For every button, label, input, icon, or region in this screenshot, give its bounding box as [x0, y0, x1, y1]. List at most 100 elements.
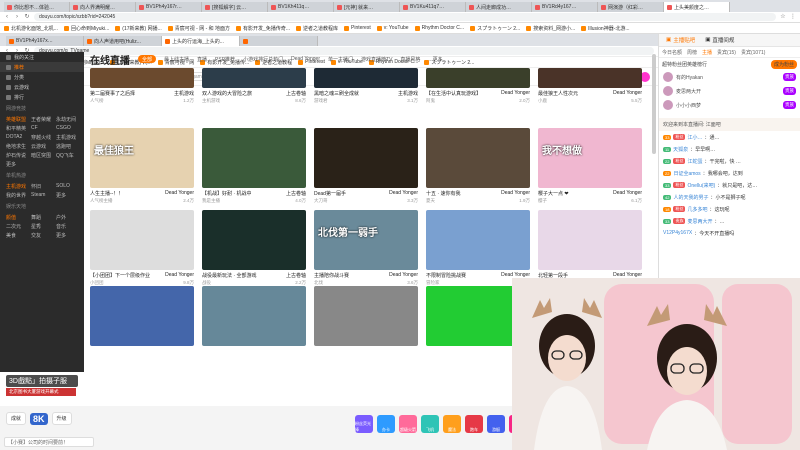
sidebar-category-link[interactable]: 交友	[31, 232, 53, 239]
sidebar-category-link[interactable]: 星秀	[31, 223, 53, 230]
stream-card[interactable]: 不限制冒险挑战赛Dead Yonger冒险家1.4万	[426, 210, 530, 286]
gift-item[interactable]: 超级火箭	[399, 415, 417, 433]
chat-tab[interactable]: ▣ 直播间规	[701, 34, 738, 46]
category-filter[interactable]: 最上线主播	[164, 56, 189, 63]
stream-thumbnail[interactable]	[90, 68, 194, 88]
level-badge[interactable]: 8K	[30, 412, 48, 425]
chat-username[interactable]: 江蛇蛋	[687, 158, 702, 165]
sidebar-category-link[interactable]: 云游戏	[31, 143, 53, 150]
chat-subtab[interactable]: 贵宾(15)	[717, 49, 736, 56]
sidebar-category-link[interactable]: 逃跑吧	[56, 143, 78, 150]
stream-thumbnail[interactable]	[426, 128, 530, 188]
sidebar-category-link[interactable]: 我的世界	[6, 192, 28, 199]
sidebar-item[interactable]: 推荐	[0, 62, 84, 72]
sidebar-category-link[interactable]: 更多	[56, 232, 78, 239]
fan-rank-row[interactable]: 小小小西梦 贵族	[659, 98, 800, 112]
sidebar-category-link[interactable]: 永劫无间	[56, 116, 78, 123]
stream-card[interactable]: 最佳狼王 人生主播--！！ Dead Yonger 人气榜主播 2.4万	[90, 128, 194, 204]
sidebar-category-link[interactable]: CSGO	[56, 125, 78, 132]
stream-card[interactable]: 【小团团】下一个层级作业 Dead Yonger 小团团 9.8万	[90, 210, 194, 286]
chat-username[interactable]: 几多多吧	[687, 206, 707, 213]
chat-subtab[interactable]: 周榜	[687, 49, 697, 56]
scrollbar[interactable]	[652, 54, 656, 154]
stream-card[interactable]	[202, 286, 306, 346]
outer-bookmark[interactable]: Rhythm Doctor C...	[414, 25, 464, 31]
star-icon[interactable]: ☆	[780, 14, 786, 20]
category-filter[interactable]: ...更多	[428, 56, 442, 63]
sidebar-category-link[interactable]: 舞蹈	[31, 214, 53, 221]
sidebar-category-link[interactable]: 更多	[56, 192, 78, 199]
forward-icon[interactable]: ›	[14, 14, 20, 20]
inner-tab[interactable]: 上头的行运海_上头的...	[162, 36, 240, 46]
menu-icon[interactable]: ⋮	[790, 14, 796, 20]
category-filter[interactable]: 游戏直播榜TV	[361, 56, 392, 63]
stream-card[interactable]: 战役最新玩法 · 全部游戏 上古卷轴 战役 2.2万	[202, 210, 306, 286]
category-filter[interactable]: 直播	[197, 56, 207, 63]
sidebar-category-link[interactable]: 穿越火线	[31, 134, 53, 141]
fan-rank-row[interactable]: 麦思两大开 贵族	[659, 84, 800, 98]
sidebar-category-link[interactable]: 怀旧	[31, 183, 53, 190]
sidebar-category-link[interactable]: 暗区突围	[31, 152, 53, 159]
gift-item[interactable]: 飞机	[421, 415, 439, 433]
outer-bookmark[interactable]: 有影开发_免播传奇...	[236, 25, 290, 32]
outer-tab[interactable]: [搜狐解字] 云…	[202, 2, 268, 12]
gift-item[interactable]: 粉丝荧光棒	[355, 415, 373, 433]
stream-card[interactable]: 北轻第一段手Dead Yonger北轻2.7万	[538, 210, 642, 286]
back-icon[interactable]: ‹	[4, 14, 10, 20]
outer-tab[interactable]: [元神] 就来…	[334, 2, 400, 12]
stream-thumbnail[interactable]	[426, 68, 530, 88]
outer-tab[interactable]: 上头美颜度之…	[664, 2, 730, 12]
stream-thumbnail[interactable]	[426, 210, 530, 270]
sidebar-category-link[interactable]: 更多	[6, 161, 28, 168]
inner-tab[interactable]	[240, 36, 318, 46]
sidebar-category-link[interactable]: 英雄联盟	[6, 116, 28, 123]
stream-card[interactable]: 北伐第一弱手 主播陪你战斗赛 Dead Yonger 北伐 3.6万	[314, 210, 418, 286]
stream-card[interactable]: 黑暗之魂三刷全成就 主机游戏 游戏君 3.1万	[314, 68, 418, 104]
stream-card[interactable]: 第二届赛事了之后择 主机游戏 人气榜 1.2万	[90, 68, 194, 104]
category-filter[interactable]: 单一主播门	[328, 56, 353, 63]
sidebar-category-link[interactable]: 二次元	[6, 223, 28, 230]
sidebar-item[interactable]: 云游戏	[0, 82, 84, 92]
sidebar-item[interactable]: 分类	[0, 72, 84, 82]
outer-bookmark[interactable]: 逆者之道教程库	[295, 25, 338, 32]
stream-card[interactable]	[90, 286, 194, 346]
outer-tab[interactable]: BV1Ku411q7…	[400, 2, 466, 12]
stream-thumbnail[interactable]	[202, 210, 306, 270]
gift-item[interactable]: 魔法	[443, 415, 461, 433]
sidebar-category-link[interactable]: 主机游戏	[56, 134, 78, 141]
sidebar-category-link[interactable]: 户外	[56, 214, 78, 221]
fan-rank-row[interactable]: 有的Hyakan 贵族	[659, 70, 800, 84]
outer-bookmark[interactable]: Illusion神器-北游...	[581, 25, 630, 32]
sidebar-category-link[interactable]: 主机游戏	[6, 183, 28, 190]
outer-bookmark[interactable]: 北机游化面馆_北机...	[4, 25, 58, 32]
chat-subtab[interactable]: 主播	[702, 49, 712, 56]
gift-item[interactable]: 跑车	[465, 415, 483, 433]
outer-tab[interactable]: 你比想不…体验…	[4, 2, 70, 12]
outer-tab[interactable]: 向人界满明耀…	[70, 2, 136, 12]
sidebar-category-link[interactable]: 王者荣耀	[31, 116, 53, 123]
stream-thumbnail[interactable]	[314, 128, 418, 188]
outer-tab[interactable]: 人间走廊成功…	[466, 2, 532, 12]
stream-thumbnail[interactable]	[538, 210, 642, 270]
outer-tab[interactable]: BV1Rd4y167…	[532, 2, 598, 12]
stream-thumbnail[interactable]: 我不想做	[538, 128, 642, 188]
stream-thumbnail[interactable]	[90, 210, 194, 270]
chat-subtab[interactable]: 今日名额	[662, 49, 682, 56]
sidebar-category-link[interactable]: 音乐	[56, 223, 78, 230]
outer-bookmark[interactable]: (17新来教) 网播...	[115, 25, 162, 32]
inner-tab[interactable]: 向人声道用吧(Huliz...	[84, 36, 162, 46]
chat-username[interactable]: 江小…	[687, 134, 702, 141]
category-filter[interactable]: Dead Yonger	[291, 56, 320, 63]
stream-card[interactable]	[314, 286, 418, 346]
stream-thumbnail[interactable]: 北伐第一弱手	[314, 210, 418, 270]
outer-bookmark[interactable]: v: YouTube	[376, 25, 409, 31]
sidebar-category-link[interactable]: 炉石传说	[6, 152, 28, 159]
chat-username[interactable]: 日证全amos	[673, 170, 700, 177]
gift-item[interactable]: 办卡	[377, 415, 395, 433]
stream-thumbnail[interactable]	[538, 68, 642, 88]
sidebar-category-link[interactable]: CF	[31, 125, 53, 132]
sidebar-category-link[interactable]: 颜值	[6, 214, 28, 221]
chat-username[interactable]: 麦思两大开	[687, 218, 712, 225]
stream-card[interactable]: 十五 · 速你有我 Dead Yonger 夏天 1.9万	[426, 128, 530, 204]
sidebar-category-link[interactable]: 和平精英	[6, 125, 28, 132]
